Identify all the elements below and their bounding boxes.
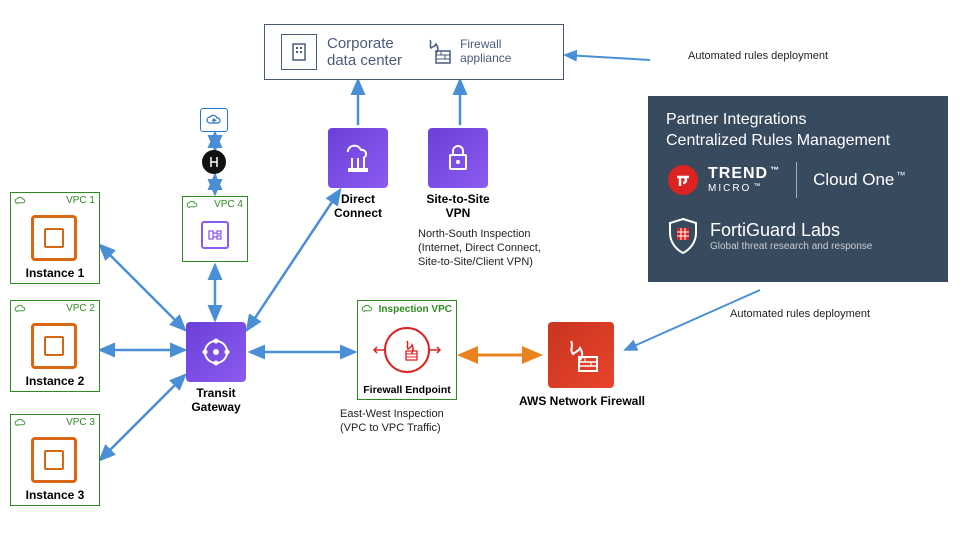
ns-line1: North-South Inspection xyxy=(418,228,568,242)
aws-network-firewall-icon xyxy=(548,322,614,388)
aws-nfw-label: AWS Network Firewall xyxy=(512,394,652,408)
instance-chip-icon xyxy=(31,215,77,261)
instance-1-label: Instance 1 xyxy=(11,266,99,280)
building-icon xyxy=(281,34,317,70)
direct-connect-icon xyxy=(328,128,388,188)
corp-title-line2: data center xyxy=(327,52,402,69)
arrow-vpc1-tgw xyxy=(100,245,185,330)
trend-micro-row: TREND™ MICRO™ Cloud One™ xyxy=(666,162,930,198)
fortiguard-shield-icon xyxy=(666,216,700,256)
transit-gateway-icon xyxy=(186,322,246,382)
ew-line1: East-West Inspection xyxy=(340,408,490,422)
north-south-text: North-South Inspection (Internet, Direct… xyxy=(418,228,568,269)
vpc-3-label: VPC 3 xyxy=(66,417,95,428)
firewall-appliance-label: Firewall appliance xyxy=(460,38,511,66)
ns-line3: Site-to-Site/Client VPN) xyxy=(418,256,568,270)
vpc-2-box: VPC 2 Instance 2 xyxy=(10,300,100,392)
arrow-partner-corp xyxy=(565,55,650,60)
forti-title: FortiGuard Labs xyxy=(710,220,872,241)
partner-integrations-box: Partner Integrations Centralized Rules M… xyxy=(648,96,948,282)
site-vpn-label: Site-to-Site VPN xyxy=(418,192,498,220)
cloud-icon xyxy=(14,195,28,207)
cloud-icon xyxy=(14,417,28,429)
trend-bottom: MICRO xyxy=(708,183,751,194)
vpc-3-box: VPC 3 Instance 3 xyxy=(10,414,100,506)
deploy-label-top: Automated rules deployment xyxy=(688,50,888,64)
vpc-4-label: VPC 4 xyxy=(214,199,243,210)
firewall-appliance-group: Firewall appliance xyxy=(420,35,511,69)
corporate-data-center-box: Corporate data center Firewall appliance xyxy=(264,24,564,80)
fa-line1: Firewall xyxy=(460,38,511,52)
vpc-2-label: VPC 2 xyxy=(66,303,95,314)
instance-chip-icon xyxy=(31,437,77,483)
firewall-endpoint-icon xyxy=(384,327,430,373)
inspection-vpc-label: Inspection VPC xyxy=(379,304,452,315)
trend-top: TREND xyxy=(708,165,768,183)
cloud-one-text: Cloud One™ xyxy=(813,170,905,190)
arrow-vpc3-tgw xyxy=(100,375,185,460)
instance-3-label: Instance 3 xyxy=(11,488,99,502)
east-west-text: East-West Inspection (VPC to VPC Traffic… xyxy=(340,408,490,436)
firewall-appliance-icon xyxy=(420,35,454,69)
partner-title-line2: Centralized Rules Management xyxy=(666,131,930,152)
vpc4-inner-icon xyxy=(201,221,229,249)
inspection-vpc-box: Inspection VPC Firewall Endpoint xyxy=(357,300,457,400)
instance-chip-icon xyxy=(31,323,77,369)
corp-title: Corporate data center xyxy=(327,35,402,70)
fa-line2: appliance xyxy=(460,52,511,66)
ns-line2: (Internet, Direct Connect, xyxy=(418,242,568,256)
transit-gateway-label: Transit Gateway xyxy=(186,386,246,414)
direct-connect-label: Direct Connect xyxy=(318,192,398,220)
instance-2-label: Instance 2 xyxy=(11,374,99,388)
cloud-upload-icon xyxy=(200,108,228,132)
cloud-icon xyxy=(361,303,375,315)
firewall-endpoint-label: Firewall Endpoint xyxy=(358,384,456,396)
vpc-4-box: VPC 4 xyxy=(182,196,248,262)
vpc-1-box: VPC 1 Instance 1 xyxy=(10,192,100,284)
deploy-label-bottom: Automated rules deployment xyxy=(730,308,930,322)
site-vpn-icon xyxy=(428,128,488,188)
trend-micro-text: TREND™ MICRO™ xyxy=(708,165,780,194)
forti-sub: Global threat research and response xyxy=(710,241,872,252)
fortiguard-row: FortiGuard Labs Global threat research a… xyxy=(666,216,930,256)
ew-line2: (VPC to VPC Traffic) xyxy=(340,422,490,436)
partner-title-line1: Partner Integrations xyxy=(666,110,930,131)
cloud-icon xyxy=(14,303,28,315)
corp-title-line1: Corporate xyxy=(327,35,402,52)
partner-title: Partner Integrations Centralized Rules M… xyxy=(666,110,930,152)
vpc-1-label: VPC 1 xyxy=(66,195,95,206)
fortiguard-text: FortiGuard Labs Global threat research a… xyxy=(710,220,872,252)
cloud-one-label: Cloud One xyxy=(813,170,894,190)
cloud-icon xyxy=(186,199,200,211)
trend-micro-logo-icon xyxy=(666,163,700,197)
partner-divider xyxy=(796,162,797,198)
nat-like-icon xyxy=(202,150,226,174)
